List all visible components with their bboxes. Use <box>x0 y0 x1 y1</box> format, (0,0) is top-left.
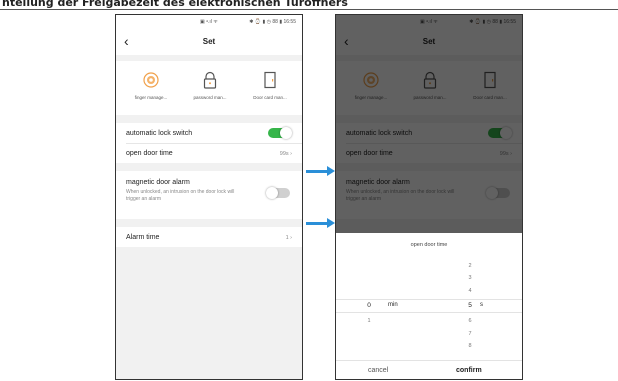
minutes-unit: min <box>388 302 398 308</box>
nav-bar: ‹ Set <box>116 29 302 55</box>
seconds-option[interactable]: 4 <box>460 288 480 294</box>
arrow-right-icon <box>306 218 335 228</box>
status-bar: ▣ ᵊ.ıl ᯤ ✱ ⌚ ▮ ◷ 88 ▮ 16:55 <box>116 15 302 29</box>
auto-lock-label: automatic lock switch <box>126 130 193 137</box>
tile-finger-label: finger manage... <box>134 95 168 100</box>
time-picker: 0 min 1 2 3 4 5 s 6 7 8 <box>336 259 522 355</box>
confirm-button[interactable]: confirm <box>456 367 482 374</box>
picker-title: open door time <box>410 242 448 248</box>
tile-finger-management[interactable]: finger manage... <box>121 71 181 100</box>
phone-settings-screen: ▣ ᵊ.ıl ᯤ ✱ ⌚ ▮ ◷ 88 ▮ 16:55 ‹ Set finger… <box>115 14 303 380</box>
seconds-option[interactable]: 7 <box>460 331 480 337</box>
open-door-time-row[interactable]: open door time 99s › <box>116 144 302 163</box>
alarm-time-row[interactable]: Alarm time 1 › <box>116 227 302 247</box>
alarm-time-label: Alarm time <box>126 234 160 241</box>
magnetic-alarm-toggle[interactable] <box>266 187 290 199</box>
tile-door-card-label: Door card man... <box>253 95 287 100</box>
seconds-unit: s <box>480 302 483 308</box>
picker-selection-line <box>336 299 522 300</box>
toggle-knob <box>280 127 292 139</box>
status-bar-time: ✱ ⌚ ▮ ◷ 88 ▮ 16:55 <box>249 19 296 25</box>
management-tiles: finger manage... password man... Door ca… <box>116 61 302 115</box>
open-door-time-label: open door time <box>126 150 173 157</box>
seconds-option[interactable]: 6 <box>460 318 480 324</box>
minutes-selected[interactable]: 0 <box>359 302 379 309</box>
magnetic-alarm-description: When unlocked, an intrusion on the door … <box>126 189 235 202</box>
page-title: Set <box>202 37 216 46</box>
phone-picker-screen: ▣ ᵊ.ıl ᯤ ✱ ⌚ ▮ ◷ 88 ▮ 16:55 ‹ Set finger… <box>335 14 523 380</box>
tile-door-card-management[interactable]: Door card man... <box>240 71 300 100</box>
magnetic-alarm-label: magnetic door alarm <box>126 179 190 186</box>
cancel-button[interactable]: cancel <box>368 367 388 374</box>
tile-password-label: password man... <box>193 95 227 100</box>
page-header-text: hteilung der Freigabezeit des elektronis… <box>2 0 348 9</box>
door-card-icon <box>264 71 276 89</box>
settings-group-1: automatic lock switch open door time 99s… <box>116 123 302 163</box>
seconds-option[interactable]: 3 <box>460 275 480 281</box>
toggle-knob <box>266 187 278 199</box>
open-door-time-value: 99s › <box>279 151 292 157</box>
page-header: hteilung der Freigabezeit des elektronis… <box>0 0 618 10</box>
arrow-right-icon <box>306 166 335 176</box>
auto-lock-toggle[interactable] <box>268 127 292 139</box>
status-bar-signal: ▣ ᵊ.ıl ᯤ <box>200 19 218 25</box>
seconds-option[interactable]: 2 <box>460 263 480 269</box>
alarm-time-value: 1 › <box>285 235 292 241</box>
time-picker-sheet: open door time 0 min 1 2 3 4 5 s 6 7 8 c… <box>336 233 522 379</box>
lock-icon <box>203 71 217 89</box>
picker-selection-line <box>336 312 522 313</box>
fingerprint-icon <box>143 72 159 88</box>
divider <box>336 360 522 361</box>
minutes-option[interactable]: 1 <box>359 318 379 324</box>
tile-password-management[interactable]: password man... <box>180 71 240 100</box>
auto-lock-row[interactable]: automatic lock switch <box>116 123 302 143</box>
seconds-option[interactable]: 8 <box>460 343 480 349</box>
magnetic-alarm-row: magnetic door alarm When unlocked, an in… <box>116 171 302 219</box>
seconds-selected[interactable]: 5 <box>460 302 480 309</box>
